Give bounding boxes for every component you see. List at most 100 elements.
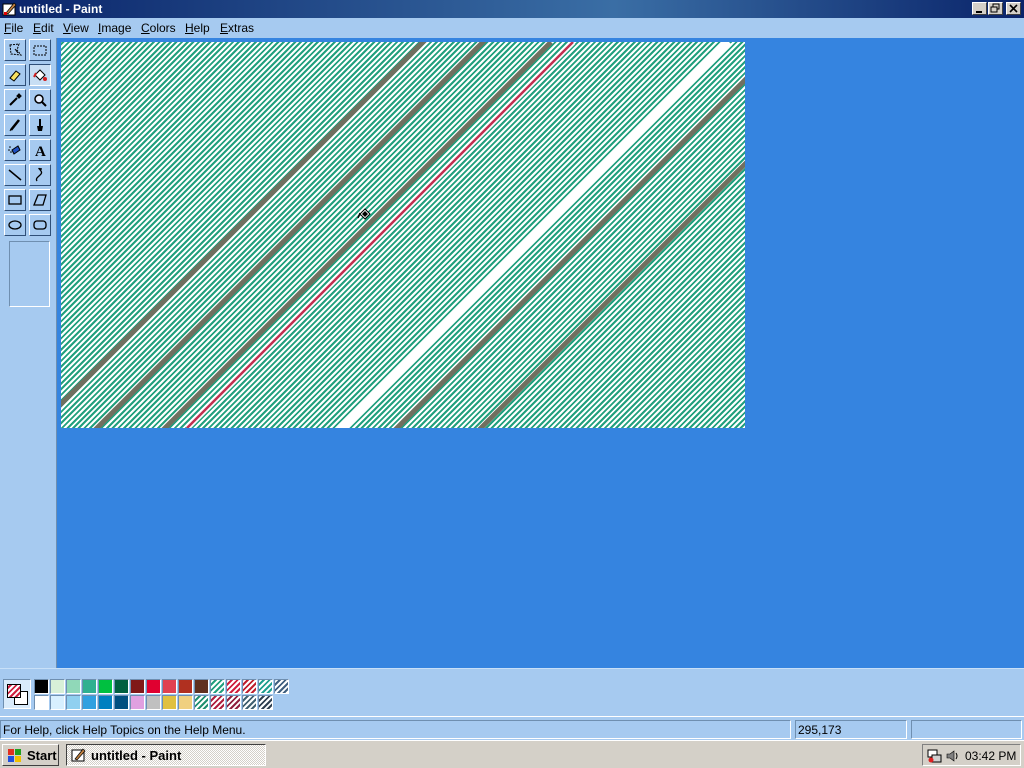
palette-swatch[interactable] [34, 695, 49, 710]
minimize-button[interactable] [972, 2, 987, 15]
tool-fill[interactable] [29, 64, 51, 86]
palette-swatch[interactable] [130, 679, 145, 694]
palette-swatch[interactable] [66, 695, 81, 710]
tool-rounded-rectangle[interactable] [29, 214, 51, 236]
close-button[interactable] [1006, 2, 1021, 15]
eraser-icon [9, 70, 21, 82]
color-box [0, 668, 1024, 716]
start-button[interactable]: Start [2, 744, 59, 766]
palette-swatch[interactable] [98, 695, 113, 710]
palette-swatch[interactable] [66, 679, 81, 694]
palette-swatch[interactable] [50, 695, 65, 710]
menu-view[interactable]: View [63, 21, 89, 35]
palette-swatch[interactable] [258, 679, 273, 694]
curve-icon [35, 167, 43, 182]
palette-swatch[interactable] [82, 695, 97, 710]
taskbar-item-paint[interactable]: untitled - Paint [66, 744, 266, 766]
palette-swatch[interactable] [162, 679, 177, 694]
free-form-select-icon [9, 43, 23, 56]
title-bar[interactable]: untitled - Paint [0, 0, 1024, 18]
foreground-color [7, 684, 21, 698]
rectangle-icon [8, 195, 22, 205]
restore-icon [990, 3, 1000, 13]
tool-ellipse[interactable] [4, 214, 26, 236]
palette-swatch[interactable] [194, 679, 209, 694]
palette-swatch[interactable] [242, 679, 257, 694]
color-picker-icon [9, 93, 22, 106]
tool-brush[interactable] [29, 114, 51, 136]
paint-window: untitled - Paint File Edit View Image Co… [0, 0, 1024, 768]
palette-swatch[interactable] [114, 679, 129, 694]
palette-swatch[interactable] [50, 679, 65, 694]
restore-button[interactable] [988, 2, 1003, 15]
menu-file[interactable]: File [4, 21, 23, 35]
status-help-text: For Help, click Help Topics on the Help … [3, 723, 246, 737]
volume-icon[interactable] [945, 749, 959, 763]
palette-swatch[interactable] [82, 679, 97, 694]
palette-swatch[interactable] [146, 695, 161, 710]
tool-options-panel[interactable] [9, 241, 50, 307]
palette-swatch[interactable] [34, 679, 49, 694]
menu-help[interactable]: Help [185, 21, 210, 35]
clock[interactable]: 03:42 PM [965, 749, 1016, 763]
palette-swatch[interactable] [242, 695, 257, 710]
rounded-rectangle-icon [33, 220, 47, 230]
palette-swatch[interactable] [226, 679, 241, 694]
brush-icon [37, 119, 43, 131]
pencil-icon [9, 119, 20, 132]
fill-cursor-icon [357, 208, 371, 220]
close-icon [1009, 4, 1018, 13]
palette-swatch[interactable] [210, 679, 225, 694]
tool-color-picker[interactable] [4, 89, 26, 111]
palette-swatch[interactable] [162, 695, 177, 710]
tool-select[interactable] [29, 39, 51, 61]
paint-app-icon [2, 2, 17, 16]
status-coords-panel: 295,173 [795, 720, 907, 739]
tool-polygon[interactable] [29, 189, 51, 211]
drawing-canvas[interactable] [61, 42, 745, 428]
fill-bucket-icon [33, 69, 47, 81]
canvas-drawing [61, 42, 745, 428]
palette-swatch[interactable] [114, 695, 129, 710]
tool-magnifier[interactable] [29, 89, 51, 111]
workspace [57, 38, 1024, 668]
paint-task-icon [71, 748, 86, 762]
tool-free-form-select[interactable] [4, 39, 26, 61]
system-tray: 03:42 PM [922, 744, 1021, 766]
tool-pencil[interactable] [4, 114, 26, 136]
minimize-icon [976, 11, 982, 13]
palette-swatch[interactable] [98, 679, 113, 694]
tool-airbrush[interactable] [4, 139, 26, 161]
tool-eraser[interactable] [4, 64, 26, 86]
task-label: untitled - Paint [91, 748, 182, 763]
status-size-panel [911, 720, 1022, 739]
windows-logo-icon [8, 749, 21, 762]
tool-text[interactable]: A [29, 139, 51, 161]
palette-swatch[interactable] [210, 695, 225, 710]
menu-edit[interactable]: Edit [33, 21, 54, 35]
airbrush-icon [8, 145, 21, 155]
menu-extras[interactable]: Extras [220, 21, 254, 35]
palette-swatch[interactable] [178, 679, 193, 694]
tool-rectangle[interactable] [4, 189, 26, 211]
palette-swatch[interactable] [146, 679, 161, 694]
palette-swatch[interactable] [258, 695, 273, 710]
network-icon[interactable] [927, 748, 943, 763]
tool-line[interactable] [4, 164, 26, 186]
status-help-panel: For Help, click Help Topics on the Help … [0, 720, 791, 739]
palette-swatch[interactable] [178, 695, 193, 710]
svg-text:A: A [35, 144, 46, 158]
menu-colors[interactable]: Colors [141, 21, 176, 35]
ellipse-icon [8, 220, 22, 230]
palette-swatch[interactable] [226, 695, 241, 710]
select-icon [33, 45, 47, 56]
palette-swatch[interactable] [130, 695, 145, 710]
status-bar: For Help, click Help Topics on the Help … [0, 716, 1024, 740]
current-colors[interactable] [3, 679, 31, 709]
palette-swatch[interactable] [194, 695, 209, 710]
line-icon [8, 169, 22, 181]
taskbar: Start untitled - Paint 03:42 PM [0, 740, 1024, 768]
menu-image[interactable]: Image [98, 21, 131, 35]
tool-curve[interactable] [29, 164, 51, 186]
palette-swatch[interactable] [274, 679, 289, 694]
